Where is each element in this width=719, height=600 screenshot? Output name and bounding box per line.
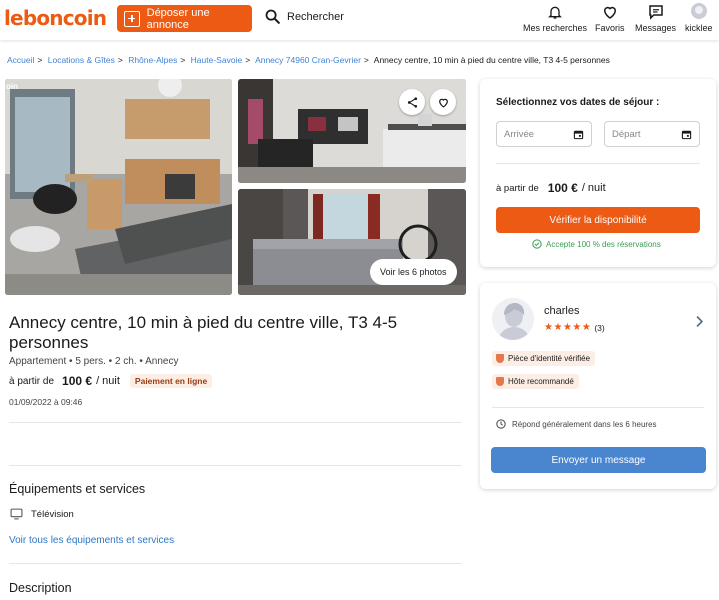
send-message-button[interactable]: Envoyer un message	[491, 447, 706, 473]
arrival-placeholder: Arrivée	[504, 128, 535, 140]
avatar	[690, 3, 707, 19]
description-section-title: Description	[9, 581, 72, 595]
photo-watermark: oin	[6, 82, 18, 91]
breadcrumb-category[interactable]: Locations & Gîtes	[48, 55, 115, 65]
search-icon	[265, 9, 280, 24]
recommended-host-label: Hôte recommandé	[508, 377, 574, 386]
price-unit: / nuit	[96, 375, 120, 387]
calendar-icon	[573, 130, 584, 140]
calendar-icon	[681, 130, 692, 140]
booking-price: à partir de 100 € / nuit	[496, 181, 606, 195]
check-circle-icon	[532, 239, 542, 249]
equipment-item-label: Télévision	[31, 508, 74, 520]
star-icon: ★	[581, 322, 591, 333]
nav-messages-label: Messages	[635, 23, 677, 33]
price-value: 100 €	[62, 374, 93, 388]
price-prefix: à partir de	[9, 375, 55, 387]
booking-price-prefix: à partir de	[496, 182, 539, 194]
nav-my-searches-label: Mes recherches	[523, 23, 588, 33]
heart-icon	[438, 98, 448, 108]
star-icon: ★	[544, 322, 553, 333]
see-all-photos-button[interactable]: Voir les 6 photos	[370, 259, 457, 285]
photo-main-kitchen-living[interactable]: oin	[5, 79, 232, 295]
divider	[9, 422, 462, 423]
listing-date: 01/09/2022 à 09:46	[9, 397, 83, 407]
top-header: leboncoin Déposer une annonce Rechercher…	[0, 0, 719, 40]
nav-my-searches[interactable]: Mes recherches	[523, 3, 587, 33]
nav-favorites[interactable]: Favoris	[595, 3, 625, 33]
tv-icon	[10, 508, 23, 520]
equipment-item: Télévision	[10, 508, 74, 520]
shield-icon	[496, 377, 504, 386]
departure-placeholder: Départ	[612, 128, 641, 140]
share-icon	[407, 96, 417, 108]
divider	[492, 407, 704, 408]
acceptance-rate-label: Accepte 100 % des réservations	[546, 239, 661, 249]
check-availability-button[interactable]: Vérifier la disponibilité	[496, 207, 700, 233]
booking-card: Sélectionnez vos dates de séjour : Arriv…	[480, 79, 716, 267]
id-verified-badge: Pièce d'identité vérifiée	[492, 351, 596, 366]
search-button[interactable]: Rechercher	[264, 8, 344, 25]
nav-account-label: kicklee	[685, 23, 713, 33]
breadcrumb-current: Annecy centre, 10 min à pied du centre v…	[373, 55, 610, 65]
clock-icon	[496, 419, 506, 429]
message-icon	[648, 5, 663, 20]
default-avatar-icon	[492, 298, 534, 340]
search-label: Rechercher	[287, 10, 344, 23]
star-icon: ★	[553, 322, 563, 333]
bell-icon	[548, 6, 562, 19]
star-icon: ★	[562, 322, 572, 333]
breadcrumb-home[interactable]: Accueil	[7, 55, 34, 65]
share-button[interactable]	[399, 89, 425, 115]
listing-price: à partir de 100 € / nuit Paiement en lig…	[9, 374, 213, 388]
nav-favorites-label: Favoris	[595, 23, 625, 33]
recommended-host-badge: Hôte recommandé	[492, 374, 579, 389]
response-time: Répond généralement dans les 6 heures	[496, 419, 657, 429]
breadcrumb-city[interactable]: Annecy 74960 Cran-Gevrier	[255, 55, 361, 65]
shield-icon	[496, 354, 504, 363]
host-card: charles ★ ★ ★ ★ ★ (3) Pièce d'identité v…	[480, 283, 716, 489]
online-payment-badge: Paiement en ligne	[129, 374, 213, 388]
host-profile-link[interactable]	[695, 315, 704, 333]
response-time-label: Répond généralement dans les 6 heures	[512, 419, 657, 429]
divider	[496, 163, 700, 164]
post-ad-button[interactable]: Déposer une annonce	[117, 5, 252, 32]
breadcrumb-department[interactable]: Haute-Savoie	[191, 55, 243, 65]
divider	[9, 563, 462, 564]
id-verified-label: Pièce d'identité vérifiée	[508, 354, 591, 363]
see-all-equipment-link[interactable]: Voir tous les équipements et services	[9, 535, 174, 546]
post-ad-label: Déposer une annonce	[146, 6, 210, 31]
equipment-section-title: Équipements et services	[9, 482, 146, 496]
breadcrumb-region[interactable]: Rhône-Alpes	[128, 55, 177, 65]
divider	[9, 465, 462, 466]
review-count: (3)	[594, 322, 605, 333]
host-rating: ★ ★ ★ ★ ★ (3)	[544, 322, 605, 333]
departure-date-field[interactable]: Départ	[604, 121, 700, 147]
listing-title: Annecy centre, 10 min à pied du centre v…	[9, 313, 398, 352]
host-avatar[interactable]	[492, 298, 534, 340]
chevron-right-icon	[696, 316, 704, 327]
listing-meta: Appartement • 5 pers. • 2 ch. • Annecy	[9, 356, 179, 367]
booking-price-value: 100 €	[547, 181, 578, 195]
kitchen-living-photo	[5, 79, 232, 295]
breadcrumb: Accueil > Locations & Gîtes > Rhône-Alpes >…	[7, 55, 610, 65]
nav-messages[interactable]: Messages	[635, 3, 676, 33]
nav-account[interactable]: kicklee	[685, 3, 713, 33]
booking-dates-label: Sélectionnez vos dates de séjour :	[496, 97, 660, 108]
leboncoin-logo[interactable]: leboncoin	[4, 6, 107, 30]
heart-icon	[603, 6, 616, 19]
photo-living-room[interactable]	[238, 79, 466, 183]
arrival-date-field[interactable]: Arrivée	[496, 121, 592, 147]
booking-price-unit: / nuit	[581, 182, 606, 194]
photo-bedroom[interactable]: Voir les 6 photos	[238, 189, 466, 295]
plus-square-icon	[124, 10, 140, 27]
host-name[interactable]: charles	[544, 305, 579, 317]
star-icon: ★	[572, 322, 582, 333]
acceptance-rate: Accepte 100 % des réservations	[532, 239, 661, 249]
favorite-button[interactable]	[430, 89, 456, 115]
